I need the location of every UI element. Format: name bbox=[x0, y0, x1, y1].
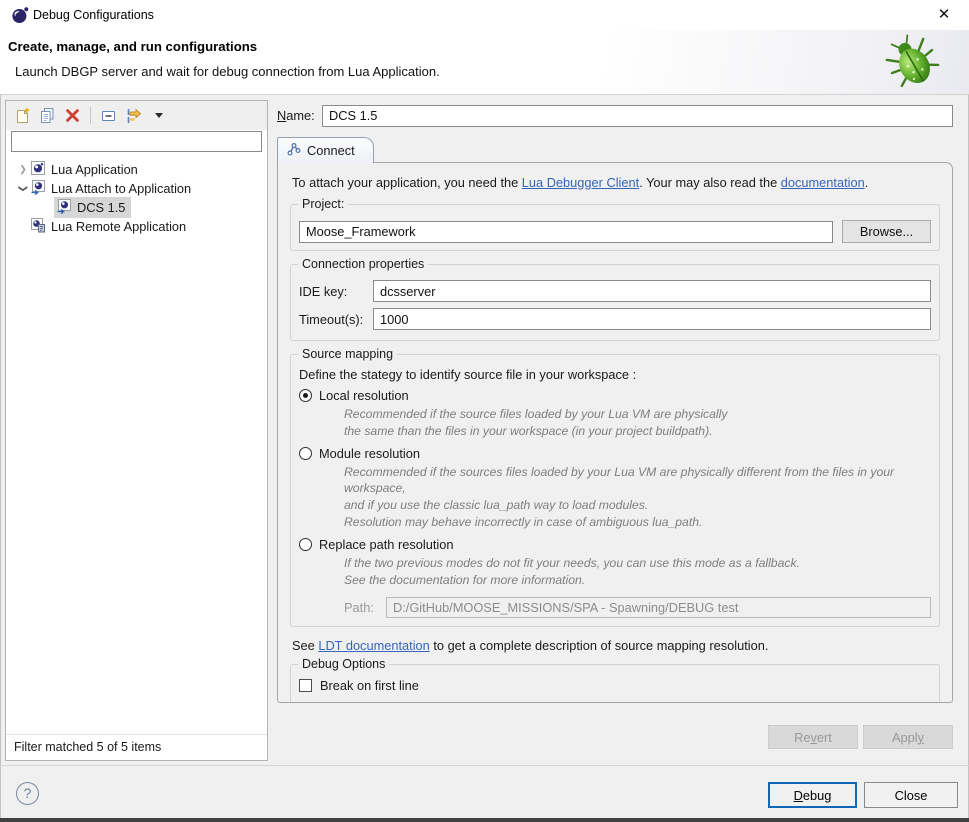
title-bar: Debug Configurations ✕ bbox=[0, 0, 969, 30]
see-docs-pre: See bbox=[292, 638, 318, 653]
project-group: Project: Browse... bbox=[290, 204, 940, 251]
lua-application-icon bbox=[30, 160, 46, 179]
tree-item-lua-attach[interactable]: ❯ Lua Attach to Application bbox=[6, 179, 267, 198]
toolbar-separator bbox=[90, 107, 91, 124]
name-input[interactable] bbox=[322, 105, 953, 127]
intro-text: To attach your application, you need the… bbox=[292, 175, 938, 190]
project-legend: Project: bbox=[298, 197, 348, 211]
project-input[interactable] bbox=[299, 221, 833, 243]
lua-attach-icon bbox=[56, 198, 72, 217]
connect-icon bbox=[287, 142, 301, 159]
banner-subtitle: Launch DBGP server and wait for debug co… bbox=[15, 64, 440, 79]
banner-title: Create, manage, and run configurations bbox=[8, 39, 257, 54]
ide-key-label: IDE key: bbox=[299, 284, 373, 299]
tree-item-label: Lua Remote Application bbox=[51, 219, 186, 234]
intro-mid: . Your may also read the bbox=[639, 175, 781, 190]
ide-key-input[interactable] bbox=[373, 280, 931, 302]
configurations-tree: ❯ Lua Application ❯ bbox=[6, 157, 267, 236]
debug-options-group: Debug Options Break on first line Enable… bbox=[290, 664, 940, 703]
chevron-down-icon[interactable]: ❯ bbox=[14, 182, 33, 196]
delete-config-icon[interactable] bbox=[63, 106, 82, 125]
checkbox-break-on-first-line[interactable]: Break on first line bbox=[299, 678, 931, 693]
checkbox-unchecked-icon[interactable] bbox=[299, 679, 312, 692]
source-mapping-legend: Source mapping bbox=[298, 347, 397, 361]
dropdown-caret-icon[interactable] bbox=[149, 106, 168, 125]
see-docs-post: to get a complete description of source … bbox=[430, 638, 769, 653]
tree-item-label: DCS 1.5 bbox=[77, 200, 125, 215]
ldt-documentation-link[interactable]: LDT documentation bbox=[318, 638, 429, 653]
local-resolution-desc: Recommended if the source files loaded b… bbox=[344, 406, 931, 440]
checkbox-label: Break on first line bbox=[320, 678, 419, 693]
radio-module-resolution[interactable]: Module resolution bbox=[299, 446, 931, 461]
footer-separator bbox=[0, 765, 969, 766]
connection-properties-group: Connection properties IDE key: Timeout(s… bbox=[290, 264, 940, 341]
close-button[interactable]: Close bbox=[864, 782, 958, 808]
tree-item-lua-remote[interactable]: Lua Remote Application bbox=[6, 217, 267, 236]
debug-button[interactable]: Debug bbox=[768, 782, 857, 808]
filter-status: Filter matched 5 of 5 items bbox=[6, 734, 267, 760]
revert-button[interactable]: Revert bbox=[768, 725, 858, 749]
duplicate-config-icon[interactable] bbox=[38, 106, 57, 125]
connection-legend: Connection properties bbox=[298, 257, 428, 271]
radio-local-resolution[interactable]: Local resolution bbox=[299, 388, 931, 403]
filter-input[interactable] bbox=[11, 131, 262, 152]
timeout-input[interactable] bbox=[373, 308, 931, 330]
radio-unselected-icon[interactable] bbox=[299, 538, 312, 551]
documentation-link[interactable]: documentation bbox=[781, 175, 865, 190]
path-label: Path: bbox=[344, 600, 386, 615]
filter-configs-icon[interactable] bbox=[124, 106, 143, 125]
radio-label: Module resolution bbox=[319, 446, 420, 461]
timeout-label: Timeout(s): bbox=[299, 312, 373, 327]
path-input bbox=[386, 597, 931, 618]
apply-button[interactable]: Apply bbox=[863, 725, 953, 749]
browse-button[interactable]: Browse... bbox=[842, 220, 931, 243]
window-title: Debug Configurations bbox=[33, 8, 154, 22]
sidebar-toolbar bbox=[6, 101, 267, 130]
configurations-sidebar: ❯ Lua Application ❯ bbox=[5, 100, 268, 761]
chevron-right-icon[interactable]: ❯ bbox=[16, 160, 30, 179]
tree-item-dcs-15[interactable]: DCS 1.5 bbox=[6, 198, 267, 217]
name-label: Name: bbox=[277, 108, 322, 123]
radio-unselected-icon[interactable] bbox=[299, 447, 312, 460]
radio-label: Replace path resolution bbox=[319, 537, 453, 552]
collapse-all-icon[interactable] bbox=[99, 106, 118, 125]
close-icon[interactable]: ✕ bbox=[931, 4, 957, 26]
tree-item-label: Lua Application bbox=[51, 162, 138, 177]
module-resolution-desc: Recommended if the sources files loaded … bbox=[344, 464, 931, 531]
intro-pre: To attach your application, you need the bbox=[292, 175, 522, 190]
debug-options-legend: Debug Options bbox=[298, 657, 389, 671]
strategy-line: Define the stategy to identify source fi… bbox=[299, 367, 931, 382]
radio-replace-path-resolution[interactable]: Replace path resolution bbox=[299, 537, 931, 552]
tree-item-lua-application[interactable]: ❯ Lua Application bbox=[6, 160, 267, 179]
tree-selection: DCS 1.5 bbox=[54, 197, 131, 218]
tree-item-label: Lua Attach to Application bbox=[51, 181, 191, 196]
window-bottom-edge bbox=[0, 818, 969, 822]
debug-configurations-icon bbox=[11, 6, 29, 27]
bug-icon bbox=[883, 33, 945, 96]
configuration-form: Name: Connect To attach your application… bbox=[277, 104, 953, 749]
radio-selected-icon[interactable] bbox=[299, 389, 312, 402]
banner: Create, manage, and run configurations L… bbox=[0, 30, 969, 95]
intro-post: . bbox=[865, 175, 869, 190]
new-config-icon[interactable] bbox=[13, 106, 32, 125]
see-docs-line: See LDT documentation to get a complete … bbox=[292, 638, 938, 653]
lua-remote-icon bbox=[30, 217, 46, 236]
help-icon[interactable]: ? bbox=[16, 782, 39, 805]
connect-tab-panel: To attach your application, you need the… bbox=[277, 162, 953, 703]
radio-label: Local resolution bbox=[319, 388, 409, 403]
tab-connect[interactable]: Connect bbox=[277, 137, 374, 163]
lua-debugger-client-link[interactable]: Lua Debugger Client bbox=[522, 175, 639, 190]
replace-path-desc: If the two previous modes do not fit you… bbox=[344, 555, 931, 589]
source-mapping-group: Source mapping Define the stategy to ide… bbox=[290, 354, 940, 627]
tab-label: Connect bbox=[307, 143, 355, 158]
